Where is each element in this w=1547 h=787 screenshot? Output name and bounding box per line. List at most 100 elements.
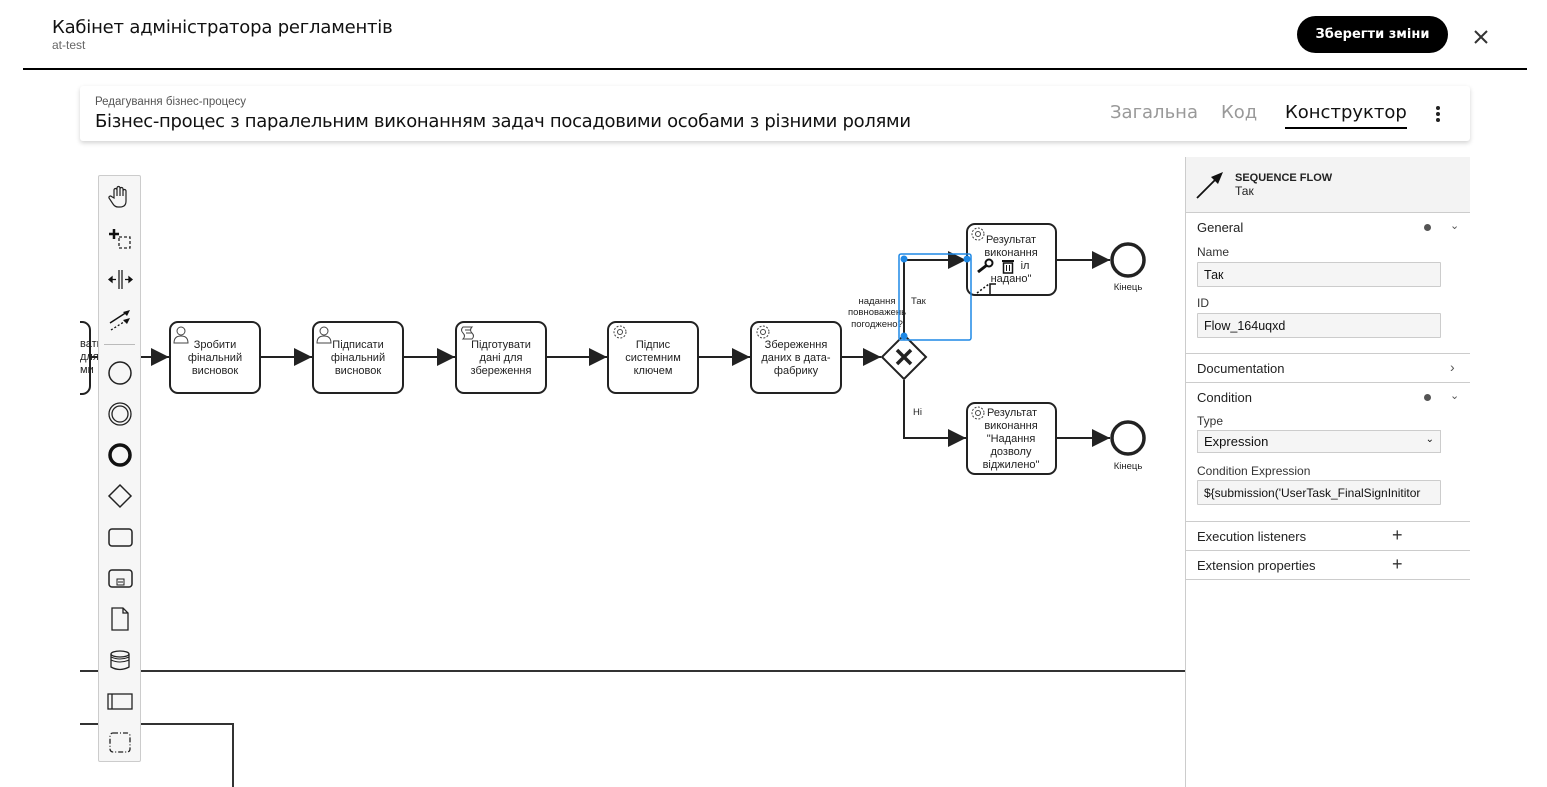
task-save-to-data-factory[interactable]: Збереження даних в дата- фабрику — [750, 321, 842, 394]
task-label-line: дозволу — [991, 446, 1032, 458]
element-type: SEQUENCE FLOW — [1235, 172, 1333, 184]
bpmn-canvas[interactable]: вати для ми Зробити фінальний висновок П… — [80, 157, 1185, 787]
add-icon[interactable]: + — [1392, 525, 1403, 546]
task-label-line: дані для — [480, 352, 523, 364]
palette-separator — [104, 344, 135, 345]
save-changes-button[interactable]: Зберегти зміни — [1297, 16, 1448, 53]
group-title: Extension properties — [1197, 558, 1316, 573]
lasso-tool-icon[interactable] — [105, 223, 135, 253]
process-title: Бізнес-процес з паралельним виконанням з… — [95, 111, 911, 132]
task-icon[interactable] — [105, 522, 135, 552]
group-documentation-header[interactable]: Documentation › — [1186, 354, 1470, 383]
data-object-icon[interactable] — [105, 604, 135, 634]
task-sign-final-conclusion[interactable]: Підписати фінальний висновок — [312, 321, 404, 394]
chevron-down-icon[interactable]: ⌄ — [1450, 219, 1459, 232]
tab-constructor[interactable]: Конструктор — [1285, 102, 1407, 129]
task-partial-text-3: ми — [80, 364, 94, 376]
kebab-menu-icon[interactable] — [1432, 104, 1444, 124]
task-label-line: висновок — [335, 365, 382, 377]
properties-header: SEQUENCE FLOW Так — [1186, 157, 1470, 213]
flow-label-yes[interactable]: Так — [911, 296, 927, 307]
exclusive-gateway[interactable] — [880, 333, 928, 381]
end-event-icon[interactable] — [105, 440, 135, 470]
tab-general[interactable]: Загальна — [1110, 102, 1198, 127]
task-label-line: фінальний — [188, 352, 242, 364]
svg-text:іл: іл — [1021, 260, 1030, 272]
group-extension-properties-header[interactable]: Extension properties + — [1186, 551, 1470, 580]
task-label-line: збереження — [471, 365, 532, 377]
end-event[interactable] — [1110, 242, 1146, 278]
element-name: Так — [1235, 184, 1254, 198]
task-prepare-data[interactable]: Підготувати дані для збереження — [455, 321, 547, 394]
group-general-header[interactable]: General ⌄ — [1186, 213, 1470, 242]
waypoint-handle[interactable] — [900, 255, 908, 263]
task-label-line: Підпис — [636, 339, 671, 351]
gateway-icon[interactable] — [105, 481, 135, 511]
tab-code[interactable]: Код — [1221, 102, 1257, 127]
task-label-line: Результат — [986, 234, 1036, 246]
process-header-card: Редагування бізнес-процесу Бізнес-процес… — [80, 86, 1470, 141]
header-divider — [23, 68, 1527, 70]
task-label-line: даних в дата- — [761, 352, 831, 364]
waypoint-handle[interactable] — [900, 332, 908, 340]
group-documentation[interactable]: Documentation › — [1186, 354, 1470, 383]
data-store-icon[interactable] — [105, 645, 135, 675]
task-label-line: віджилено" — [983, 459, 1040, 471]
global-connect-tool-icon[interactable] — [105, 305, 135, 335]
properties-panel: SEQUENCE FLOW Так General ⌄ Name ID Docu… — [1185, 157, 1470, 787]
end-event-label: Кінець — [1114, 282, 1143, 293]
task-label-line: системним — [625, 352, 681, 364]
task-result-permission-granted[interactable]: Результат виконання іл надано" — [966, 223, 1057, 296]
start-event-icon[interactable] — [105, 358, 135, 388]
task-make-final-conclusion[interactable]: Зробити фінальний висновок — [169, 321, 261, 394]
group-title: Documentation — [1197, 361, 1285, 376]
task-label-line: "Надання — [987, 433, 1036, 445]
name-input[interactable] — [1197, 262, 1441, 287]
group-condition-header[interactable]: Condition ⌄ — [1186, 383, 1470, 412]
tool-palette — [98, 175, 141, 762]
id-input[interactable] — [1197, 313, 1441, 338]
name-label: Name — [1197, 245, 1230, 259]
waypoint-handle[interactable] — [963, 255, 971, 263]
gateway-label-line: надання — [859, 296, 896, 307]
task-result-permission-denied[interactable]: Результат виконання "Надання дозволу від… — [966, 402, 1057, 475]
task-label-line: Підписати — [332, 339, 383, 351]
has-values-indicator — [1424, 394, 1431, 401]
chevron-right-icon[interactable]: › — [1450, 359, 1455, 375]
gateway-label-line: погоджено? — [851, 319, 903, 330]
group-execution-listeners-header[interactable]: Execution listeners + — [1186, 522, 1470, 551]
close-icon[interactable] — [1470, 26, 1492, 48]
subprocess-icon[interactable] — [105, 563, 135, 593]
trash-icon[interactable] — [1002, 260, 1014, 274]
group-extension-properties: Extension properties + — [1186, 551, 1470, 580]
space-tool-icon[interactable] — [105, 264, 135, 294]
task-label-line: Підготувати — [471, 339, 531, 351]
app-header: Кабінет адміністратора регламентів at-te… — [0, 0, 1547, 70]
task-label-line: фабрику — [774, 365, 819, 377]
group-title: Condition — [1197, 390, 1252, 405]
hand-tool-icon[interactable] — [105, 182, 135, 212]
task-label-line: Результат — [987, 407, 1037, 419]
intermediate-event-icon[interactable] — [105, 399, 135, 429]
task-label-line: висновок — [192, 365, 239, 377]
group-condition: Condition ⌄ Type Expression ⌄ Condition … — [1186, 383, 1470, 522]
gateway-label-line: повноважень — [848, 307, 906, 318]
sequence-flow-icon — [1196, 172, 1223, 199]
selected-value: Expression — [1204, 434, 1269, 449]
condition-type-select[interactable]: Expression ⌄ — [1197, 430, 1441, 453]
chevron-down-icon[interactable]: ⌄ — [1450, 389, 1459, 402]
type-label: Type — [1197, 414, 1224, 428]
flow-label-no[interactable]: Ні — [913, 407, 922, 418]
group-title: Execution listeners — [1197, 529, 1307, 544]
app-title: Кабінет адміністратора регламентів — [52, 17, 393, 38]
group-icon[interactable] — [105, 727, 135, 757]
task-label-line: Зробити — [194, 339, 237, 351]
task-system-key-sign[interactable]: Підпис системним ключем — [607, 321, 699, 394]
select-chevron-icon: ⌄ — [1425, 434, 1434, 445]
pool-icon[interactable] — [105, 686, 135, 716]
id-label: ID — [1197, 296, 1209, 310]
condition-expression-input[interactable] — [1197, 480, 1441, 505]
end-event[interactable] — [1110, 420, 1146, 456]
add-icon[interactable]: + — [1392, 554, 1403, 575]
end-event-label: Кінець — [1114, 461, 1143, 472]
